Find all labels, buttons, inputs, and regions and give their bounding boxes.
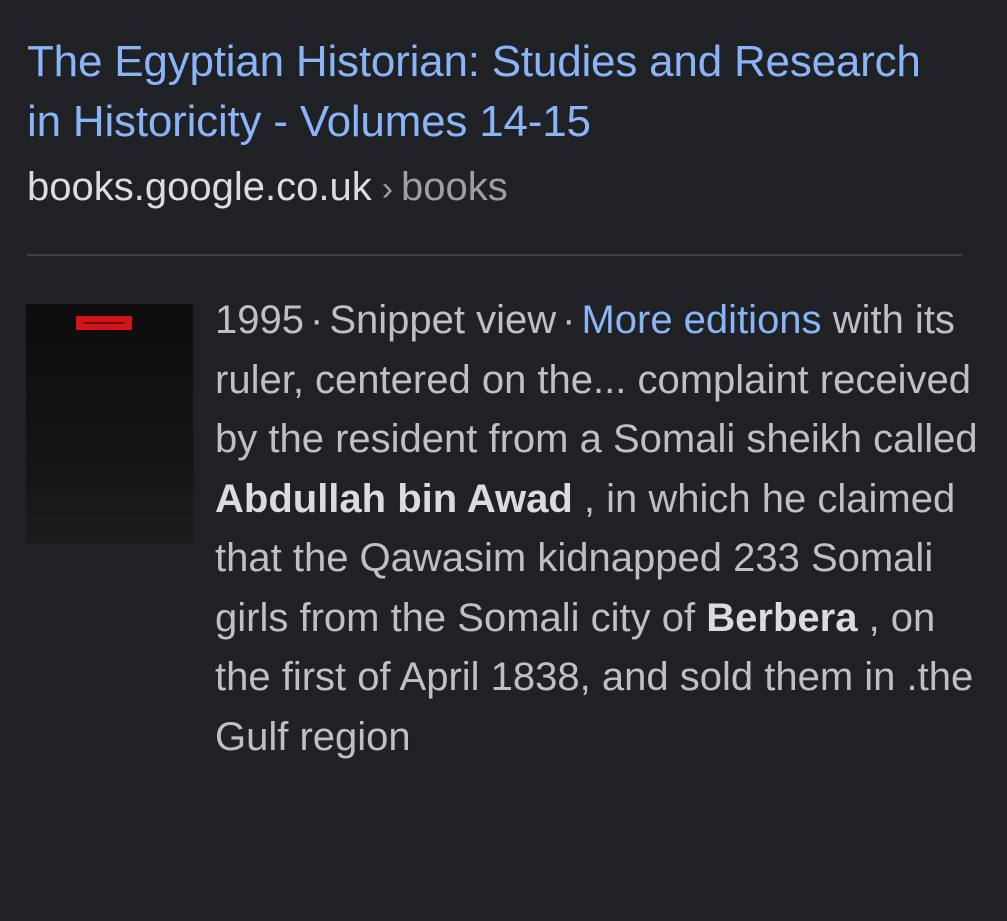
- search-result-card: The Egyptian Historian: Studies and Rese…: [0, 0, 1007, 921]
- result-snippet: 1995 · Snippet view · More editions with its…: [215, 291, 985, 767]
- book-cover-thumbnail[interactable]: [26, 304, 193, 544]
- meta-separator: ·: [562, 298, 576, 342]
- result-meta: 1995 · Snippet view · More editions: [215, 298, 822, 342]
- book-cover-label: [76, 316, 132, 330]
- divider: [27, 254, 962, 256]
- result-title-link[interactable]: The Egyptian Historian: Studies and Rese…: [27, 32, 927, 152]
- publication-year: 1995: [215, 298, 304, 342]
- snippet-highlight: Berbera: [706, 595, 858, 640]
- source-domain: books.google.co.uk: [27, 165, 372, 209]
- view-type: Snippet view: [329, 298, 557, 342]
- result-source-breadcrumb[interactable]: books.google.co.uk › books: [27, 162, 508, 214]
- more-editions-link[interactable]: More editions: [581, 298, 821, 342]
- source-path: books: [401, 165, 508, 209]
- snippet-highlight: Abdullah bin Awad: [215, 476, 573, 521]
- meta-separator: ·: [309, 298, 324, 342]
- breadcrumb-chevron-icon: ›: [381, 170, 394, 208]
